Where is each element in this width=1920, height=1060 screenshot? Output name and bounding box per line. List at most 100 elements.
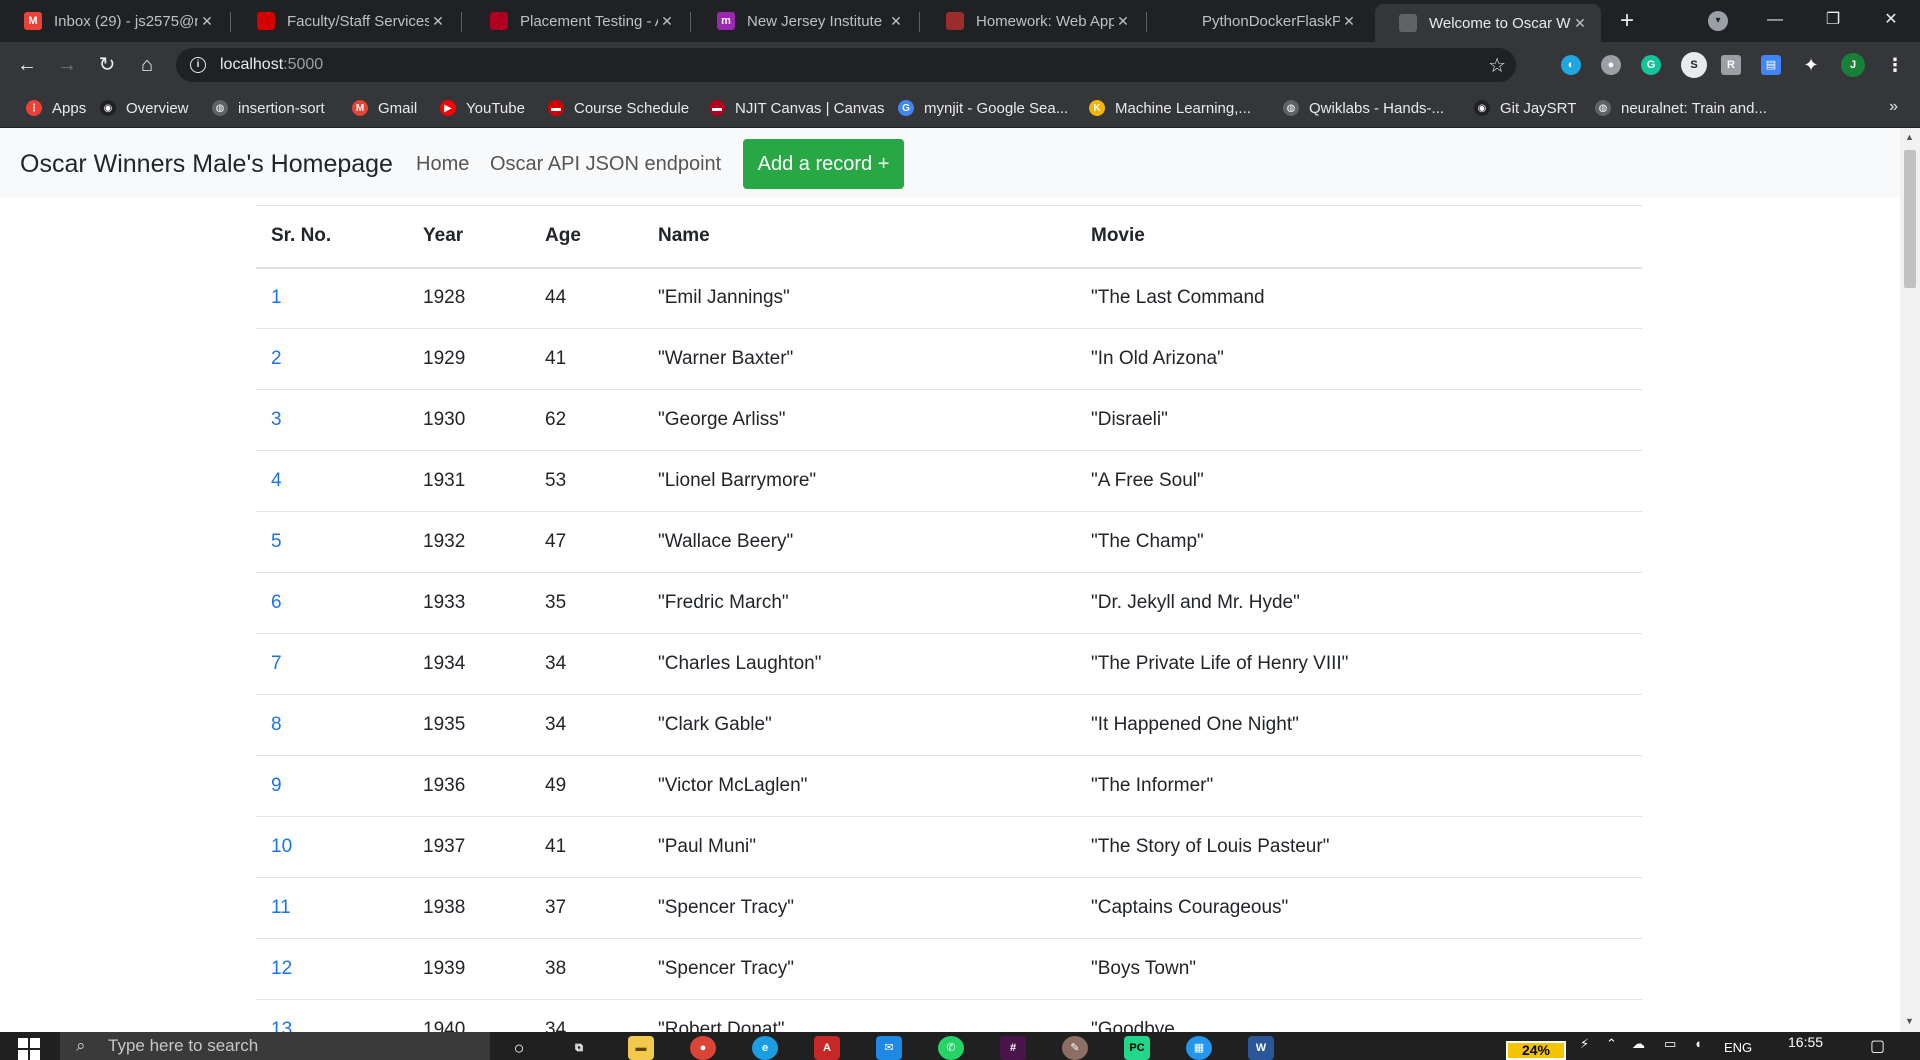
doc-extension-icon[interactable]: ▤: [1761, 55, 1781, 75]
paint-icon[interactable]: ✎: [1062, 1036, 1088, 1060]
scrollbar-thumb[interactable]: [1904, 150, 1916, 288]
sr-no-cell[interactable]: 4: [256, 450, 408, 512]
show-hidden-icons-icon[interactable]: ⌃: [1606, 1036, 1617, 1052]
scroll-up-icon[interactable]: ▲: [1905, 132, 1914, 142]
bookmark-item[interactable]: ▬ Course Schedule: [548, 96, 689, 120]
bookmark-item[interactable]: M Gmail: [352, 96, 417, 120]
acrobat-icon[interactable]: A: [814, 1036, 840, 1060]
bookmark-item[interactable]: ◉ Git JaySRT: [1474, 96, 1576, 120]
network-icon[interactable]: ▭: [1664, 1036, 1676, 1052]
file-explorer-icon[interactable]: ▬: [628, 1036, 654, 1060]
sr-no-cell[interactable]: 6: [256, 572, 408, 634]
forward-icon[interactable]: →: [52, 50, 82, 80]
cortana-icon[interactable]: ○: [506, 1036, 532, 1060]
browser-tab[interactable]: Placement Testing - A ✕: [466, 0, 688, 42]
movie-cell: "A Free Soul": [1076, 450, 1642, 512]
new-tab-button[interactable]: +: [1612, 6, 1642, 36]
page-scrollbar[interactable]: ▲ ▼: [1900, 128, 1920, 1032]
windows-start-icon[interactable]: [18, 1038, 40, 1060]
taskbar-search-box[interactable]: ⌕ Type here to search: [60, 1032, 490, 1060]
sr-no-cell[interactable]: 5: [256, 511, 408, 573]
bookmark-label: Course Schedule: [574, 99, 690, 117]
sr-no-cell[interactable]: 2: [256, 328, 408, 390]
sr-no-cell[interactable]: 11: [256, 877, 408, 939]
language-indicator[interactable]: ENG: [1724, 1040, 1752, 1055]
edge-icon[interactable]: e: [752, 1036, 778, 1060]
bookmark-item[interactable]: Gmynjit - Google Sea...: [898, 96, 1068, 120]
profile-avatar[interactable]: J: [1841, 53, 1865, 77]
browser-tab[interactable]: Welcome to Oscar Wi ✕: [1375, 4, 1601, 42]
tab-close-icon[interactable]: ✕: [1114, 13, 1132, 30]
minimize-button[interactable]: —: [1752, 0, 1798, 40]
tab-search-icon[interactable]: ▾: [1708, 11, 1728, 31]
browser-tab[interactable]: Homework: Web Appl ✕: [922, 0, 1144, 42]
back-icon[interactable]: ←: [12, 50, 42, 80]
s-extension-icon[interactable]: S: [1681, 52, 1707, 78]
browser-tab[interactable]: M Inbox (29) - js2575@n ✕: [0, 0, 228, 42]
extensions-puzzle-icon[interactable]: ✦: [1801, 55, 1821, 75]
address-bar[interactable]: i localhost:5000 ☆: [176, 48, 1516, 82]
tab-close-icon[interactable]: ✕: [658, 13, 676, 30]
site-brand[interactable]: Oscar Winners Male's Homepage: [20, 150, 393, 179]
nav-link-home[interactable]: Home: [416, 153, 469, 176]
site-info-icon[interactable]: i: [190, 57, 206, 73]
tab-close-icon[interactable]: ✕: [1571, 15, 1589, 32]
sr-no-cell[interactable]: 8: [256, 694, 408, 756]
browser-tab[interactable]: Faculty/Staff Services ✕: [233, 0, 459, 42]
chrome-taskbar-icon[interactable]: ●: [690, 1036, 716, 1060]
bookmark-item[interactable]: ▬ NJIT Canvas | Canvas: [709, 96, 885, 120]
bookmark-item[interactable]: ◍ Qwiklabs - Hands-...: [1283, 96, 1444, 120]
sr-no-cell[interactable]: 10: [256, 816, 408, 878]
close-window-button[interactable]: ✕: [1868, 0, 1914, 40]
onedrive-icon[interactable]: ☁: [1632, 1036, 1645, 1052]
grammarly-icon[interactable]: G: [1641, 55, 1661, 75]
bookmark-item[interactable]: ◍ neuralnet: Train and...: [1595, 96, 1767, 120]
sr-no-cell[interactable]: 12: [256, 938, 408, 1000]
r-extension-icon[interactable]: R: [1721, 55, 1741, 75]
bookmark-item[interactable]: ◍ insertion-sort: [212, 96, 325, 120]
sr-no-cell[interactable]: 3: [256, 389, 408, 451]
table-row: 10 1937 41 "Paul Muni" "The Story of Louis P…: [256, 816, 1642, 878]
reload-icon[interactable]: ↻: [92, 50, 122, 80]
sr-no-cell[interactable]: 1: [256, 267, 408, 329]
sr-no-cell[interactable]: 7: [256, 633, 408, 695]
browser-tab[interactable]: PythonDockerFlaskPy ✕: [1148, 0, 1370, 42]
add-record-button[interactable]: Add a record +: [743, 139, 904, 189]
bookmark-item[interactable]: ◉ Overview: [100, 96, 189, 120]
bookmark-item[interactable]: K Machine Learning,...: [1089, 96, 1251, 120]
year-cell: 1928: [408, 267, 530, 329]
bookmark-item[interactable]: ⋮ Apps: [26, 96, 86, 120]
bookmark-label: mynjit - Google Sea...: [924, 99, 1069, 117]
scroll-down-icon[interactable]: ▼: [1905, 1016, 1914, 1026]
mail-icon[interactable]: ✉: [876, 1036, 902, 1060]
restore-button[interactable]: ❐: [1810, 0, 1856, 40]
word-icon[interactable]: W: [1248, 1036, 1274, 1060]
extension-circle-icon[interactable]: ●: [1601, 55, 1621, 75]
sr-no-cell[interactable]: 9: [256, 755, 408, 817]
pycharm-icon[interactable]: PC: [1124, 1036, 1150, 1060]
bookmark-item[interactable]: ▶ YouTube: [440, 96, 525, 120]
taskbar-clock[interactable]: 16:55: [1788, 1034, 1823, 1050]
sr-no-cell[interactable]: 13: [256, 999, 408, 1032]
bookmark-label: YouTube: [466, 99, 525, 117]
notifications-icon[interactable]: ▢: [1870, 1036, 1885, 1056]
globe-icon: ◍: [212, 100, 228, 116]
menu-dots-icon[interactable]: ⋮: [1885, 55, 1905, 75]
volume-icon[interactable]: ◖: [1694, 1036, 1702, 1051]
tab-close-icon[interactable]: ✕: [1340, 13, 1358, 30]
nav-link-oscar-api[interactable]: Oscar API JSON endpoint: [490, 153, 721, 176]
slack-icon[interactable]: #: [1000, 1036, 1026, 1060]
battery-indicator[interactable]: 24%: [1506, 1041, 1566, 1060]
extension-blue-icon[interactable]: ◐: [1561, 55, 1581, 75]
bookmarks-bar: ⋮ Apps ◉ Overview ◍ insertion-sort M Gmail ▶ YouT…: [0, 88, 1920, 128]
browser-tab[interactable]: m New Jersey Institute o ✕: [693, 0, 917, 42]
tab-close-icon[interactable]: ✕: [429, 13, 447, 30]
tab-close-icon[interactable]: ✕: [887, 13, 905, 30]
bookmarks-overflow-icon[interactable]: »: [1889, 98, 1898, 116]
bookmark-star-icon[interactable]: ☆: [1488, 53, 1506, 78]
task-view-icon[interactable]: ⧉: [566, 1036, 592, 1060]
tab-close-icon[interactable]: ✕: [198, 13, 216, 30]
home-icon[interactable]: ⌂: [132, 50, 162, 80]
docker-icon[interactable]: ▦: [1186, 1036, 1212, 1060]
whatsapp-icon[interactable]: ✆: [938, 1036, 964, 1060]
